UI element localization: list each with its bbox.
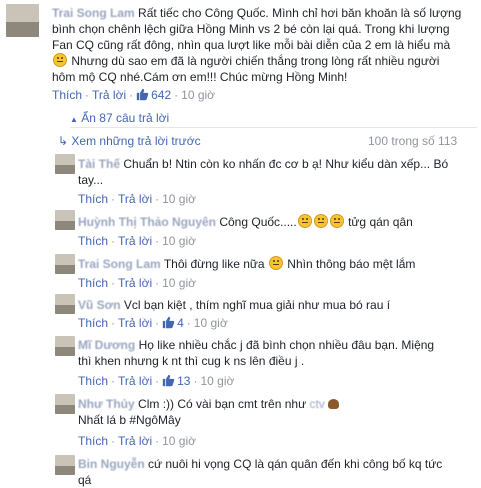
reply-text: Chuẩn b! Ntin còn ko nhấn đc cơ b ạ! Như… — [123, 157, 449, 171]
timestamp[interactable]: 10 giờ — [181, 88, 215, 102]
reply-text: tay... — [78, 173, 104, 187]
reply-count: 100 trong số 113 — [368, 134, 458, 148]
like-count[interactable]: 13 — [162, 374, 190, 388]
reply-link[interactable]: Trả lời — [118, 374, 152, 388]
avatar[interactable] — [55, 154, 75, 174]
reply-author[interactable]: Trai Song Lam — [78, 257, 161, 271]
avatar[interactable] — [6, 4, 39, 37]
reply-link[interactable]: Trả lời — [92, 88, 126, 102]
like-link[interactable]: Thích — [78, 234, 108, 248]
main-comment: Trai Song Lam Rất tiếc cho Công Quốc. Mì… — [52, 5, 477, 85]
reply-author[interactable]: Huỳnh Thị Thảo Nguyên — [78, 215, 216, 229]
like-link[interactable]: Thích — [52, 88, 82, 102]
avatar[interactable] — [55, 294, 75, 314]
avatar[interactable] — [55, 210, 75, 230]
sad-emoji-icon — [53, 53, 67, 67]
like-link[interactable]: Thích — [78, 192, 108, 206]
like-count[interactable]: 4 — [162, 316, 184, 330]
timestamp[interactable]: 10 giờ — [162, 434, 196, 448]
reply-actions: Thích · Trả lời · 4 · 10 giờ — [78, 316, 228, 330]
sad-emoji-icon — [297, 214, 312, 228]
avatar[interactable] — [55, 394, 75, 414]
timestamp[interactable]: 10 giờ — [194, 316, 228, 330]
timestamp[interactable]: 10 giờ — [200, 374, 234, 388]
avatar[interactable] — [55, 336, 75, 356]
reply-actions: Thích · Trả lời · 10 giờ — [78, 234, 196, 248]
reply-author[interactable]: Mĩ Dương — [78, 338, 135, 352]
reply-arrow-icon: ↳ — [58, 134, 69, 148]
timestamp[interactable]: 10 giờ — [162, 192, 196, 206]
reply-link[interactable]: Trả lời — [118, 276, 152, 290]
reply-text: Nhất lá b #NgôMây — [78, 413, 181, 427]
comment-text: Rất tiếc cho Công Quốc. Mình chỉ hơi băn… — [138, 6, 462, 20]
reply-link[interactable]: Trả lời — [118, 192, 152, 206]
reply-link[interactable]: Trả lời — [118, 316, 152, 330]
reply-text: Thôi đừng like nữa — [163, 257, 265, 271]
reply-actions: Thích · Trả lời · 13 · 10 giờ — [78, 374, 235, 388]
thumb-up-icon — [162, 374, 175, 387]
reply-comment: Bin Nguyễn cứ nuôi hi vọng CQ là qán quâ… — [78, 456, 468, 488]
mention-link[interactable]: ctv — [309, 397, 324, 411]
reply-text: tửg qán qân — [348, 215, 413, 229]
reply-text: Công Quốc..... — [219, 215, 297, 229]
thumb-up-icon — [162, 316, 175, 329]
reply-actions: Thích · Trả lời · 10 giờ — [78, 434, 196, 448]
sad-emoji-icon — [329, 214, 344, 228]
reply-text: cứ nuôi hi vọng CQ là qán quân đến khi c… — [148, 457, 443, 471]
reply-author[interactable]: Bin Nguyễn — [78, 457, 145, 471]
reply-comment: Mĩ Dương Họ like nhiều chắc j đã bình ch… — [78, 337, 468, 369]
thumb-up-icon — [136, 88, 149, 101]
sad-emoji-icon — [268, 256, 283, 270]
reply-text: thì khen nhưng k nt thì cug k ns lên điề… — [78, 354, 305, 368]
reply-comment: Vũ Sơn Vcl bạn kiệt , thím nghĩ mua giải… — [78, 297, 468, 313]
view-previous-link[interactable]: ↳ Xem những trả lời trước — [58, 134, 201, 148]
comment-author[interactable]: Trai Song Lam — [52, 6, 135, 20]
reply-link[interactable]: Trả lời — [118, 434, 152, 448]
divider — [70, 127, 477, 128]
like-link[interactable]: Thích — [78, 316, 108, 330]
like-count[interactable]: 642 — [136, 88, 171, 102]
comment-text: Nhưng dù sao em đã là người chiến thắng … — [68, 54, 440, 68]
reply-comment: Trai Song Lam Thôi đừng like nữa Nhìn th… — [78, 256, 468, 272]
reply-comment: Huỳnh Thị Thảo Nguyên Công Quốc..... tửg… — [78, 214, 468, 230]
collapse-arrow-icon: ▲ — [70, 115, 78, 124]
comment-actions: Thích · Trả lời · 642 · 10 giờ — [52, 88, 216, 102]
avatar[interactable] — [55, 254, 75, 274]
poo-emoji-icon — [328, 399, 340, 409]
reply-link[interactable]: Trả lời — [118, 234, 152, 248]
reply-text: Vcl bạn kiệt , thím nghĩ mua giải như mu… — [123, 298, 391, 312]
reply-text: Họ like nhiều chắc j đã bình chọn nhiều … — [138, 338, 435, 352]
sad-emoji-icon — [313, 214, 328, 228]
like-link[interactable]: Thích — [78, 374, 108, 388]
avatar[interactable] — [55, 455, 75, 475]
like-link[interactable]: Thích — [78, 434, 108, 448]
reply-comment: Như Thủy Clm :)) Có vài bạn cmt trên như… — [78, 396, 468, 428]
reply-author[interactable]: Vũ Sơn — [78, 298, 121, 312]
reply-comment: Tài Thế Chuẩn b! Ntin còn ko nhấn đc cơ … — [78, 156, 468, 188]
reply-text: Clm :)) Có vài bạn cmt trên như — [138, 397, 307, 411]
reply-author[interactable]: Như Thủy — [78, 397, 135, 411]
reply-actions: Thích · Trả lời · 10 giờ — [78, 276, 196, 290]
reply-text: Nhìn thông báo mệt lắm — [287, 257, 416, 271]
comment-text: hôm mộ CQ nhé.Cám ơn em!!! Chúc mừng Hồn… — [52, 70, 348, 84]
timestamp[interactable]: 10 giờ — [162, 276, 196, 290]
hide-replies-link[interactable]: ▲ Ẩn 87 câu trả lời — [70, 111, 169, 125]
reply-actions: Thích · Trả lời · 10 giờ — [78, 192, 196, 206]
reply-author[interactable]: Tài Thế — [78, 157, 120, 171]
like-link[interactable]: Thích — [78, 276, 108, 290]
comment-text: bình chọn chênh lệch giữa Hồng Minh vs 2… — [52, 22, 450, 36]
timestamp[interactable]: 10 giờ — [162, 234, 196, 248]
comment-text: Fan CQ cũng rất đông, nhìn qua lượt like… — [52, 38, 451, 52]
